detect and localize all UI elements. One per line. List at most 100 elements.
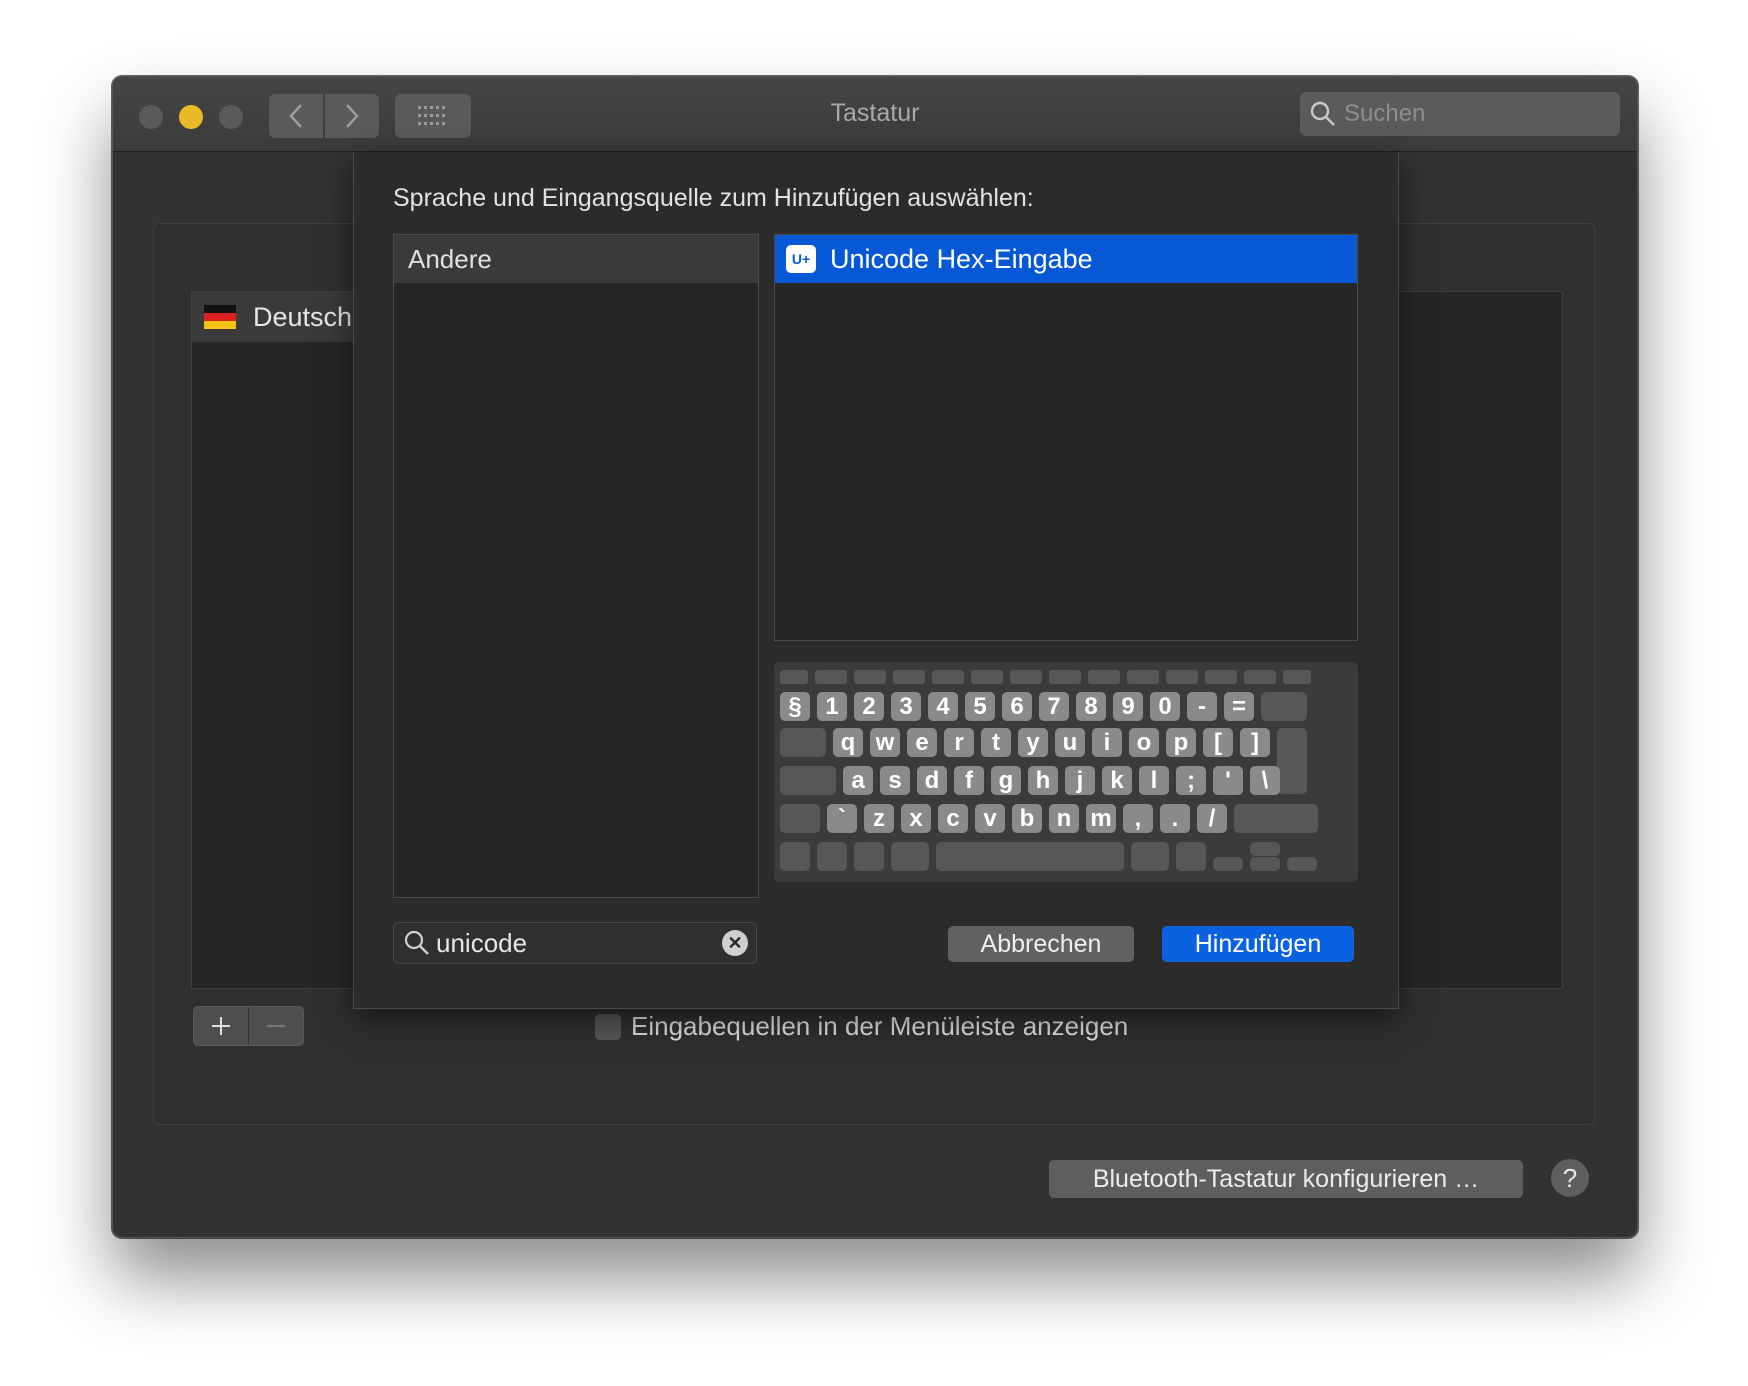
keyboard-preferences-window: Tastatur Suchen Deutsch Eingabequellen i…: [112, 76, 1638, 1238]
option-right-key: [1176, 842, 1206, 871]
keyboard-row-home: a s d f g h j k l ; ' \: [780, 766, 1287, 795]
input-source-option-label: Unicode Hex-Eingabe: [830, 243, 1093, 274]
key: u: [1055, 728, 1085, 757]
key: .: [1160, 804, 1190, 833]
key: w: [870, 728, 900, 757]
show-in-menubar-label: Eingabequellen in der Menüleiste anzeige…: [631, 1011, 1129, 1041]
key: 0: [1150, 692, 1180, 721]
key: 7: [1039, 692, 1069, 721]
key: h: [1028, 766, 1058, 795]
key: i: [1092, 728, 1122, 757]
key: d: [917, 766, 947, 795]
key: 1: [817, 692, 847, 721]
menubar-toggle-row: Eingabequellen in der Menüleiste anzeige…: [595, 1011, 1128, 1042]
key: ;: [1176, 766, 1206, 795]
search-placeholder: Suchen: [1344, 100, 1426, 127]
key: 3: [891, 692, 921, 721]
arrow-down-key: [1250, 857, 1280, 871]
add-button[interactable]: Hinzufügen: [1162, 926, 1354, 962]
key: ]: [1240, 728, 1270, 757]
key: c: [938, 804, 968, 833]
key: =: [1224, 692, 1254, 721]
delete-key: [1261, 692, 1307, 721]
german-flag-icon: [204, 305, 236, 329]
key: e: [907, 728, 937, 757]
remove-source-button[interactable]: [248, 1007, 303, 1045]
cancel-button[interactable]: Abbrechen: [948, 926, 1134, 962]
sheet-prompt: Sprache und Eingangsquelle zum Hinzufüge…: [393, 184, 1034, 212]
key: 6: [1002, 692, 1032, 721]
caps-lock-key: [780, 766, 836, 795]
search-icon: [404, 930, 429, 955]
key: v: [975, 804, 1005, 833]
key: /: [1197, 804, 1227, 833]
keyboard-row-modifiers: [780, 842, 1324, 871]
shift-left-key: [780, 804, 820, 833]
key: 4: [928, 692, 958, 721]
key: 2: [854, 692, 884, 721]
key: r: [944, 728, 974, 757]
key: z: [864, 804, 894, 833]
add-source-button[interactable]: [194, 1007, 248, 1045]
key: f: [954, 766, 984, 795]
key: q: [833, 728, 863, 757]
help-button[interactable]: ?: [1551, 1159, 1589, 1197]
key: t: [981, 728, 1011, 757]
space-key: [936, 842, 1124, 871]
keyboard-layout-preview: § 1 2 3 4 5 6 7 8 9 0 - = q w e r t y u …: [774, 662, 1358, 882]
show-in-menubar-checkbox[interactable]: [595, 1013, 621, 1040]
arrow-right-key: [1287, 857, 1317, 871]
add-remove-control: [193, 1006, 304, 1046]
key: ,: [1123, 804, 1153, 833]
shift-right-key: [1234, 804, 1318, 833]
command-left-key: [891, 842, 929, 871]
keyboard-row-numbers: § 1 2 3 4 5 6 7 8 9 0 - =: [780, 692, 1314, 721]
unicode-hex-icon: U+: [786, 245, 816, 273]
key: \: [1250, 766, 1280, 795]
key: m: [1086, 804, 1116, 833]
fn-key: [780, 842, 810, 871]
key: `: [827, 804, 857, 833]
input-source-option-unicode-hex[interactable]: U+ Unicode Hex-Eingabe: [775, 235, 1357, 283]
key: k: [1102, 766, 1132, 795]
key: §: [780, 692, 810, 721]
key: 8: [1076, 692, 1106, 721]
title-bar: Tastatur Suchen: [113, 77, 1637, 152]
input-source-options-list[interactable]: U+ Unicode Hex-Eingabe: [774, 234, 1358, 641]
key: a: [843, 766, 873, 795]
language-search-value: unicode: [436, 927, 528, 958]
key: -: [1187, 692, 1217, 721]
search-icon: [1310, 101, 1335, 126]
arrow-left-key: [1213, 857, 1243, 871]
key: [: [1203, 728, 1233, 757]
key: l: [1139, 766, 1169, 795]
arrow-up-key: [1250, 842, 1280, 856]
key: o: [1129, 728, 1159, 757]
function-key-row: [780, 670, 1318, 684]
key: p: [1166, 728, 1196, 757]
key: y: [1018, 728, 1048, 757]
clear-search-icon[interactable]: ✕: [722, 930, 748, 956]
keyboard-row-bottom: ` z x c v b n m , . /: [780, 804, 1325, 833]
key: j: [1065, 766, 1095, 795]
tab-key: [780, 728, 826, 757]
control-key: [817, 842, 847, 871]
key: b: [1012, 804, 1042, 833]
key: g: [991, 766, 1021, 795]
arrow-up-down-keys: [1250, 842, 1280, 871]
key: x: [901, 804, 931, 833]
key: n: [1049, 804, 1079, 833]
command-right-key: [1131, 842, 1169, 871]
search-field[interactable]: Suchen: [1300, 92, 1620, 136]
option-key: [854, 842, 884, 871]
key: 9: [1113, 692, 1143, 721]
language-search-field[interactable]: unicode ✕: [393, 922, 757, 964]
language-list[interactable]: Andere: [393, 234, 759, 898]
language-item-andere[interactable]: Andere: [394, 235, 758, 283]
minus-icon: [267, 1025, 285, 1027]
plus-icon: [212, 1017, 230, 1035]
key: 5: [965, 692, 995, 721]
input-source-label: Deutsch: [253, 301, 353, 332]
bluetooth-keyboard-button[interactable]: Bluetooth-Tastatur konfigurieren …: [1049, 1160, 1523, 1198]
add-input-source-sheet: Sprache und Eingangsquelle zum Hinzufüge…: [353, 152, 1399, 1009]
